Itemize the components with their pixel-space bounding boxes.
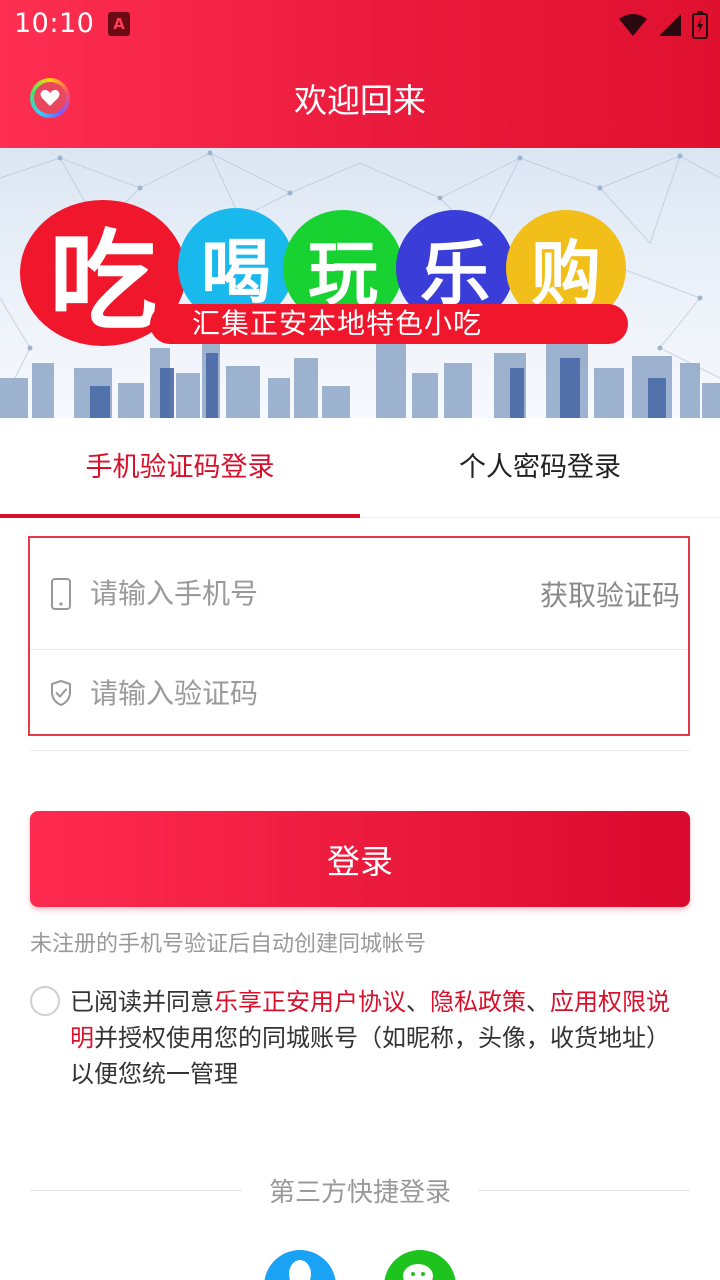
banner-slogan: 汇集正安本地特色小吃 bbox=[150, 304, 628, 344]
notification-icon: A bbox=[108, 12, 130, 36]
phone-icon bbox=[51, 577, 71, 610]
third-party-divider: 第三方快捷登录 bbox=[30, 1170, 690, 1210]
phone-input[interactable] bbox=[90, 563, 540, 624]
wechat-icon bbox=[403, 1264, 433, 1280]
login-tabs: 手机验证码登录 个人密码登录 bbox=[0, 418, 720, 518]
qq-login-button[interactable] bbox=[264, 1250, 336, 1280]
agreement-checkbox[interactable] bbox=[30, 986, 60, 1016]
agreement-text: 已阅读并同意乐享正安用户协议、隐私政策、应用权限说明并授权使用您的同城账号（如昵… bbox=[70, 988, 670, 1088]
code-input[interactable] bbox=[90, 663, 688, 723]
login-button[interactable]: 登录 bbox=[30, 811, 690, 907]
status-icons bbox=[618, 10, 708, 40]
status-time: 10:10 bbox=[14, 8, 95, 39]
app-header: 10:10 A 欢迎回来 bbox=[0, 0, 720, 148]
qq-icon bbox=[289, 1260, 311, 1280]
promo-banner: 吃 喝 玩 乐 购 汇集正安本地特色小吃 bbox=[0, 148, 720, 418]
shield-check-icon bbox=[51, 680, 71, 706]
signal-icon bbox=[659, 14, 681, 36]
user-agreement-link[interactable]: 乐享正安用户协议 bbox=[214, 988, 406, 1016]
form-divider bbox=[30, 750, 690, 751]
privacy-policy-link[interactable]: 隐私政策 bbox=[430, 988, 526, 1016]
status-bar: 10:10 A bbox=[0, 0, 720, 52]
login-form: 获取验证码 bbox=[28, 536, 690, 736]
wechat-login-button[interactable] bbox=[384, 1250, 456, 1280]
tab-password-login[interactable]: 个人密码登录 bbox=[360, 418, 720, 518]
get-code-button[interactable]: 获取验证码 bbox=[540, 574, 688, 614]
phone-row: 获取验证码 bbox=[30, 538, 688, 650]
active-tab-indicator bbox=[0, 514, 360, 518]
wifi-icon bbox=[619, 14, 647, 36]
code-row bbox=[30, 650, 688, 736]
page-title: 欢迎回来 bbox=[294, 81, 426, 120]
auto-register-hint: 未注册的手机号验证后自动创建同城帐号 bbox=[30, 932, 427, 957]
tab-sms-login[interactable]: 手机验证码登录 bbox=[0, 418, 360, 518]
battery-icon bbox=[692, 11, 708, 39]
